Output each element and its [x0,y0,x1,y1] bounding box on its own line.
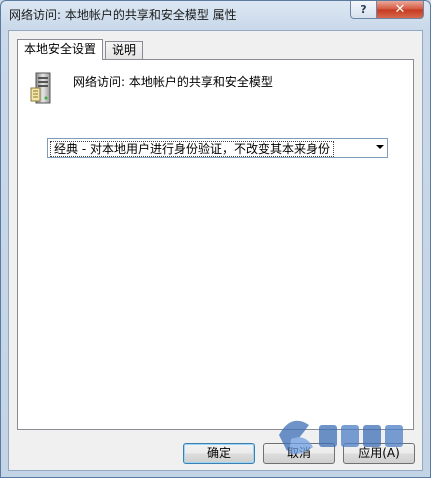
chevron-down-icon[interactable] [376,145,384,149]
close-button[interactable]: ✕ [376,1,424,19]
dialog-client-area: 本地安全设置 说明 网络访问: 本地帐户的共享和安全模型 经典 - 对本地用户进… [8,30,423,471]
policy-name: 网络访问: 本地帐户的共享和安全模型 [73,75,273,89]
tab-panel: 网络访问: 本地帐户的共享和安全模型 经典 - 对本地用户进行身份验证，不改变其… [17,59,414,430]
server-icon [30,72,51,104]
cancel-button[interactable]: 取消 [263,443,335,464]
ok-button[interactable]: 确定 [183,443,255,464]
window-title: 网络访问: 本地帐户的共享和安全模型 属性 [9,8,237,22]
apply-button[interactable]: 应用(A) [343,443,415,464]
security-model-select[interactable]: 经典 - 对本地用户进行身份验证，不改变其本来身份 [47,138,388,158]
title-bar[interactable]: 网络访问: 本地帐户的共享和安全模型 属性 ? ✕ [1,1,430,29]
help-button[interactable]: ? [350,1,377,19]
properties-window: 网络访问: 本地帐户的共享和安全模型 属性 ? ✕ 本地安全设置 说明 网络访问… [0,0,431,478]
tab-explain[interactable]: 说明 [105,41,144,60]
security-model-selected-value: 经典 - 对本地用户进行身份验证，不改变其本来身份 [50,141,334,157]
tab-local-security-setting[interactable]: 本地安全设置 [17,39,104,60]
